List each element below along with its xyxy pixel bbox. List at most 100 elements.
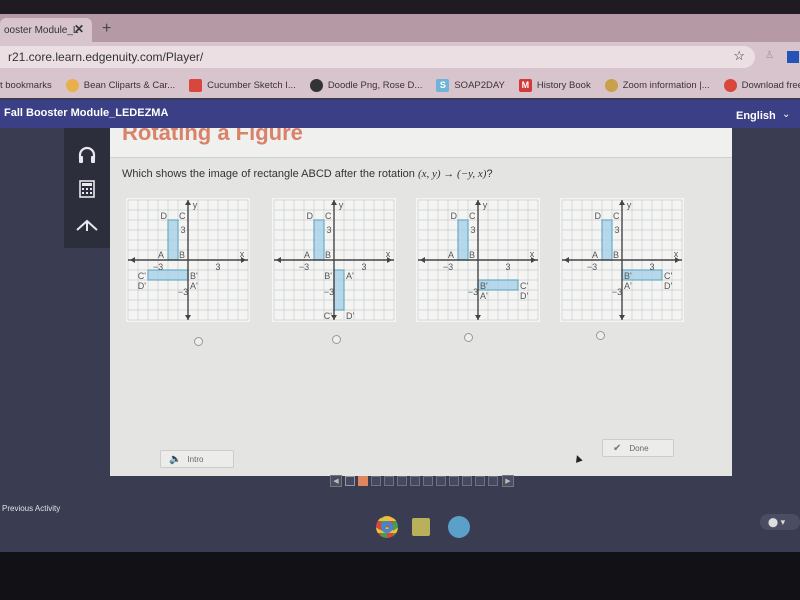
- x-tick-label: 3: [649, 262, 654, 272]
- y-tick-label: −3: [324, 287, 334, 297]
- bookmark-label: Download free Arm...: [741, 79, 800, 91]
- bookmark-item[interactable]: Zoom information |...: [604, 78, 710, 92]
- y-tick-label: 3: [326, 225, 331, 235]
- vertex-label-C-prime: C': [664, 271, 672, 281]
- bookmark-label: Bean Cliparts & Car...: [83, 79, 176, 91]
- y-axis-label: y: [339, 200, 344, 210]
- y-axis-label: y: [483, 200, 488, 210]
- vertex-label-D: D: [161, 211, 168, 221]
- answer-radio-3[interactable]: [464, 333, 473, 342]
- chevron-down-icon[interactable]: ⌄: [782, 109, 790, 120]
- vertex-label-C: C: [613, 211, 620, 221]
- s-icon: S: [436, 78, 450, 92]
- intro-button[interactable]: 🔈 Intro: [160, 450, 234, 468]
- m-icon: M: [518, 78, 532, 92]
- vertex-label-A-prime: A': [190, 281, 198, 291]
- y-tick-label: 3: [180, 225, 185, 235]
- vertex-label-D-prime: D': [664, 281, 672, 291]
- answer-graph-1[interactable]: x y 3 −3 3 −3 A B C D A' B' C' D': [126, 198, 250, 322]
- original-rectangle: [313, 219, 325, 261]
- meet-icon[interactable]: [448, 516, 470, 538]
- nav-page-12[interactable]: [488, 476, 498, 486]
- calculator-icon[interactable]: [74, 176, 100, 202]
- answer-graph-2[interactable]: x y 3 −3 3 −3 A B C D A' B' C' D': [272, 198, 396, 322]
- x-tick-label: −3: [299, 262, 309, 272]
- nav-page-5[interactable]: [397, 476, 407, 486]
- checkmark-icon: ✔: [613, 442, 622, 454]
- laptop-screen: ooster Module_L ✕ + r21.core.learn.edgen…: [0, 0, 800, 560]
- vertex-label-C: C: [469, 211, 476, 221]
- tab-strip: ooster Module_L ✕ +: [0, 14, 800, 42]
- nav-page-10[interactable]: [462, 476, 472, 486]
- course-title: Fall Booster Module_LEDEZMA: [4, 107, 169, 119]
- vertex-label-C-prime: C': [138, 271, 146, 281]
- url-text[interactable]: r21.core.learn.edgenuity.com/Player/: [8, 50, 203, 64]
- bookmark-item[interactable]: Cucumber Sketch I...: [189, 78, 296, 92]
- browser-toolbar: r21.core.learn.edgenuity.com/Player/ ☆ ♙: [0, 42, 800, 72]
- question-math: (x, y) → (−y, x): [417, 168, 487, 180]
- lesson-title: Rotating a Figure: [122, 128, 303, 145]
- classroom-icon[interactable]: [412, 518, 430, 536]
- app-header: Fall Booster Module_LEDEZMA English ⌄: [0, 100, 800, 128]
- nav-page-3[interactable]: [371, 476, 381, 486]
- original-rectangle: [167, 219, 179, 261]
- bookmark-item[interactable]: Bean Cliparts & Car...: [65, 78, 176, 92]
- close-tab-icon[interactable]: ✕: [74, 22, 84, 36]
- nav-page-6[interactable]: [410, 476, 420, 486]
- bookmark-label: History Book: [536, 79, 591, 91]
- original-rectangle: [601, 219, 613, 261]
- extension-icon[interactable]: ♙: [765, 50, 775, 62]
- browser-tab[interactable]: ooster Module_L ✕: [0, 18, 92, 42]
- answer-radio-1[interactable]: [194, 337, 203, 346]
- done-label: Done: [629, 443, 649, 453]
- language-select[interactable]: English: [736, 110, 776, 122]
- nav-page-8[interactable]: [436, 476, 446, 486]
- image-rectangle: [333, 269, 345, 311]
- bookmark-label: Doodle Png, Rose D...: [327, 79, 423, 91]
- nav-page-7[interactable]: [423, 476, 433, 486]
- nav-prev-button[interactable]: ◀: [330, 475, 342, 487]
- intro-label: Intro: [187, 454, 204, 464]
- nav-page-2[interactable]: [358, 476, 368, 486]
- vertex-label-D-prime: D': [346, 311, 354, 321]
- nav-next-button[interactable]: ▶: [502, 475, 514, 487]
- answer-graph-3[interactable]: x y 3 −3 3 −3 A B C D A' B' C' D': [416, 198, 540, 322]
- headphones-icon[interactable]: [74, 142, 100, 168]
- vertex-label-A-prime: A': [624, 281, 632, 291]
- bean-icon: [65, 78, 79, 92]
- new-tab-button[interactable]: +: [102, 20, 111, 38]
- profile-icon[interactable]: [787, 51, 799, 63]
- y-tick-label: 3: [614, 225, 619, 235]
- bookmark-item[interactable]: t bookmarks: [0, 80, 52, 91]
- bookmark-label: Zoom information |...: [622, 79, 710, 91]
- y-tick-label: 3: [470, 225, 475, 235]
- nav-page-11[interactable]: [475, 476, 485, 486]
- answer-radio-2[interactable]: [332, 335, 341, 344]
- nav-page-9[interactable]: [449, 476, 459, 486]
- x-tick-label: 3: [361, 262, 366, 272]
- address-bar[interactable]: r21.core.learn.edgenuity.com/Player/ ☆: [0, 46, 755, 68]
- nav-page-4[interactable]: [384, 476, 394, 486]
- bookmark-item[interactable]: S SOAP2DAY: [436, 78, 505, 92]
- vertex-label-B-prime: B': [624, 271, 632, 281]
- chrome-icon[interactable]: [376, 516, 398, 538]
- nav-page-1[interactable]: [345, 476, 355, 486]
- collapse-up-icon[interactable]: [74, 212, 100, 238]
- x-tick-label: 3: [215, 262, 220, 272]
- vertex-label-A-prime: A': [480, 291, 488, 301]
- x-tick-label: −3: [443, 262, 453, 272]
- bookmark-item[interactable]: M History Book: [518, 78, 591, 92]
- bookmark-star-icon[interactable]: ☆: [733, 48, 745, 64]
- bookmark-item[interactable]: Doodle Png, Rose D...: [309, 78, 423, 92]
- answer-radio-4[interactable]: [596, 331, 605, 340]
- tab-title: ooster Module_L: [4, 24, 79, 36]
- answer-graph-4[interactable]: x y 3 −3 3 −3 A B C D A' B' C' D': [560, 198, 684, 322]
- vertex-label-B: B: [325, 250, 331, 260]
- question-text: Which shows the image of rectangle ABCD …: [122, 168, 493, 180]
- vertex-label-D: D: [451, 211, 458, 221]
- bookmark-item[interactable]: Download free Arm...: [723, 78, 800, 92]
- status-tray[interactable]: ⬤ ▾: [760, 514, 800, 530]
- vertex-label-C-prime: C': [520, 281, 528, 291]
- globe-icon: [309, 78, 323, 92]
- done-button[interactable]: ✔ Done: [602, 439, 674, 457]
